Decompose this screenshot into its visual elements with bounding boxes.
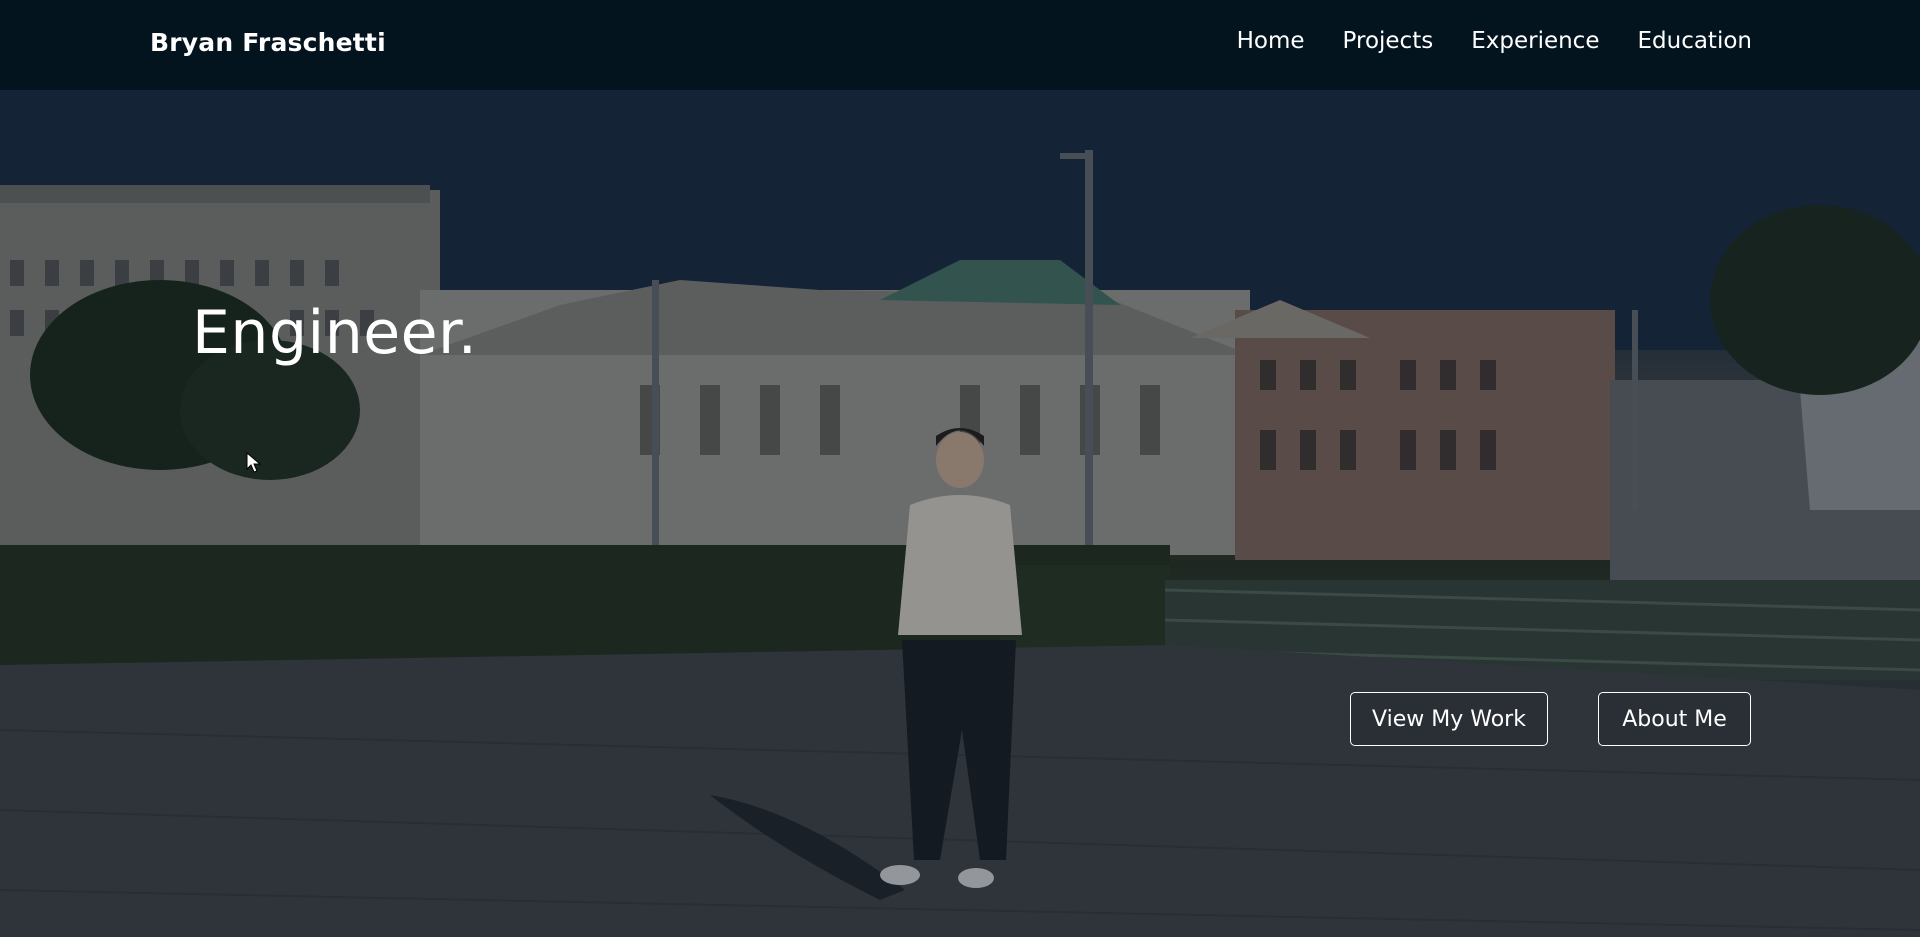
site-brand[interactable]: Bryan Fraschetti [150,28,386,57]
view-my-work-button[interactable]: View My Work [1350,692,1548,746]
nav-link-home[interactable]: Home [1237,28,1305,54]
hero-section: Engineer. View My Work About Me [0,90,1920,937]
nav-links: Home Projects Experience Education [1237,28,1752,54]
about-me-button[interactable]: About Me [1598,692,1751,746]
nav-link-education[interactable]: Education [1637,28,1752,54]
nav-link-experience[interactable]: Experience [1471,28,1599,54]
nav-link-projects[interactable]: Projects [1343,28,1434,54]
hero-headline: Engineer. [192,298,478,368]
mouse-cursor-icon [246,452,262,473]
top-navbar: Bryan Fraschetti Home Projects Experienc… [0,0,1920,90]
hero-dark-overlay [0,90,1920,937]
